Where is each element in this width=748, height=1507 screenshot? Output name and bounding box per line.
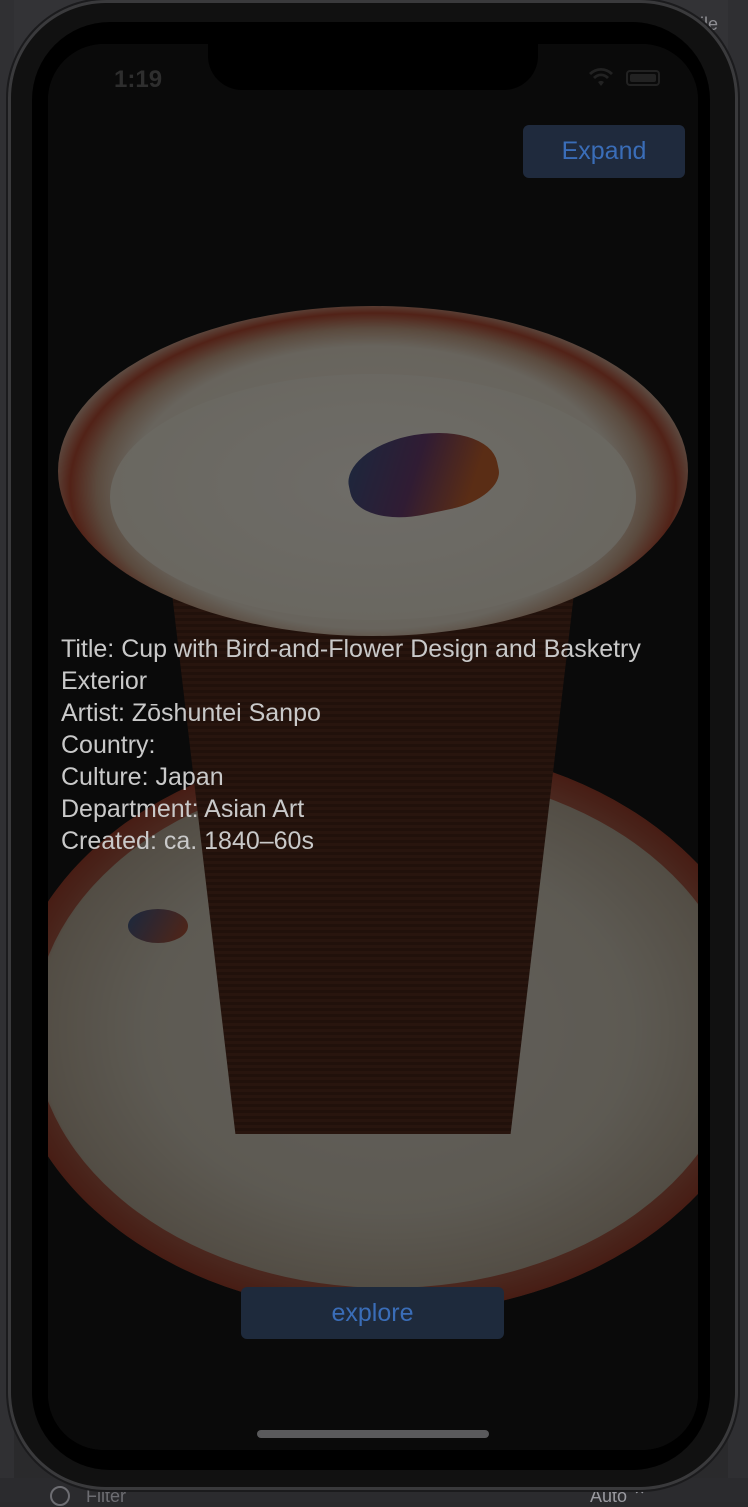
culture-label: Culture: — [61, 763, 149, 791]
info-department: Department: Asian Art — [61, 793, 681, 825]
created-value: ca. 1840–60s — [163, 827, 314, 855]
info-title: Title: Cup with Bird-and-Flower Design an… — [61, 633, 681, 697]
app-screen: 1:19 Expand Title: Cup with Bird-and-Flow… — [48, 44, 698, 1450]
status-time: 1:19 — [114, 66, 163, 93]
country-label: Country: — [61, 731, 156, 759]
title-label: Title: — [61, 635, 115, 663]
wifi-icon — [589, 68, 613, 86]
battery-icon — [626, 70, 660, 86]
info-country: Country: — [61, 729, 681, 761]
artist-label: Artist: — [61, 699, 125, 727]
notch — [208, 44, 538, 90]
artwork-info: Title: Cup with Bird-and-Flower Design an… — [61, 633, 681, 857]
title-value: Cup with Bird-and-Flower Design and Bask… — [61, 635, 641, 695]
filter-icon[interactable] — [50, 1486, 70, 1506]
department-value: Asian Art — [204, 795, 305, 823]
expand-button[interactable]: Expand — [523, 125, 685, 178]
info-created: Created: ca. 1840–60s — [61, 825, 681, 857]
info-culture: Culture: Japan — [61, 761, 681, 793]
department-label: Department: — [61, 795, 199, 823]
info-artist: Artist: Zōshuntei Sanpo — [61, 697, 681, 729]
home-indicator[interactable] — [257, 1430, 489, 1438]
culture-value: Japan — [155, 763, 224, 791]
artist-value: Zōshuntei Sanpo — [131, 699, 321, 727]
created-label: Created: — [61, 827, 157, 855]
explore-button[interactable]: explore — [241, 1287, 504, 1339]
